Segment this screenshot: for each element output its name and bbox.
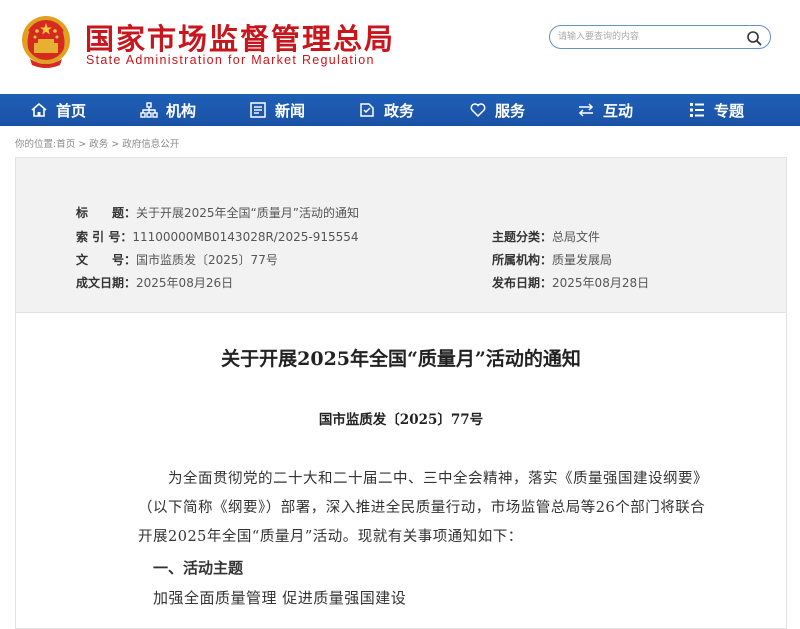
heart-icon [470,103,486,118]
breadcrumb-sep: > [108,139,123,150]
breadcrumb: 你的位置:首页 > 政务 > 政府信息公开 [15,136,179,150]
nav-item-interact[interactable]: 互动 [577,94,633,126]
document-paragraph: 为全面贯彻党的二十大和二十届二中、三中全会精神，落实《质量强国建设纲要》（以下简… [138,471,708,545]
home-icon [31,102,47,117]
nav-item-home[interactable]: 首页 [30,94,86,126]
meta-value: 国市监质发〔2025〕77号 [136,253,278,267]
meta-key: 主题分类： [492,230,553,244]
meta-key: 发布日期： [492,276,553,290]
news-icon [250,102,266,118]
site-header: 国家市场监督管理总局 State Administration for Mark… [0,0,800,94]
breadcrumb-affairs[interactable]: 政务 [89,139,108,150]
meta-org-row: 所属机构：质量发展局 [492,251,612,268]
meta-key: 所属机构： [492,253,553,267]
nav-item-service[interactable]: 服务 [469,94,525,126]
document-meta: 标 题：关于开展2025年全国“质量月”活动的通知 索 引 号：11100000… [16,158,786,313]
meta-index-row: 索 引 号：11100000MB0143028R/2025-915554 [76,228,359,245]
affairs-icon [360,103,374,117]
meta-created-row: 成文日期：2025年08月26日 [76,274,233,291]
search-icon[interactable] [746,30,762,46]
meta-value: 2025年08月28日 [552,276,650,290]
org-icon [140,102,158,118]
nav-item-topic[interactable]: 专题 [688,94,744,126]
meta-docno-row: 文 号：国市监质发〔2025〕77号 [76,251,278,268]
main-nav: 首页 机构 新闻 政务 服务 互动 专题 [0,94,800,126]
exchange-icon [578,103,594,117]
nav-label: 互动 [603,101,634,120]
nav-label: 服务 [495,101,526,120]
meta-value: 关于开展2025年全国“质量月”活动的通知 [136,206,359,220]
section-body: 加强全面质量管理 促进质量强国建设 [153,589,407,607]
nav-label: 首页 [56,101,87,120]
meta-value: 质量发展局 [552,253,613,267]
site-title[interactable]: 国家市场监督管理总局 [85,16,395,58]
meta-title-row: 标 题：关于开展2025年全国“质量月”活动的通知 [76,204,359,221]
topic-icon [690,103,704,117]
search-box [549,25,771,49]
breadcrumb-prefix: 你的位置: [15,139,57,150]
nav-item-news[interactable]: 新闻 [249,94,305,126]
section-heading: 一、活动主题 [153,559,244,577]
meta-value: 11100000MB0143028R/2025-915554 [132,230,359,244]
nav-item-org[interactable]: 机构 [140,94,196,126]
site-subtitle: State Administration for Market Regulati… [86,53,375,67]
nav-label: 专题 [714,101,745,120]
meta-category-row: 主题分类：总局文件 [492,228,600,245]
breadcrumb-home[interactable]: 首页 [56,139,75,150]
nav-label: 机构 [166,101,197,120]
content-panel: 标 题：关于开展2025年全国“质量月”活动的通知 索 引 号：11100000… [15,157,787,629]
nav-item-affairs[interactable]: 政务 [358,94,414,126]
meta-key: 索 引 号： [76,230,133,244]
meta-value: 总局文件 [552,230,601,244]
document-number: 国市监质发〔2025〕77号 [318,412,484,428]
meta-key: 成文日期： [76,276,137,290]
nav-label: 新闻 [275,101,306,120]
document-title: 关于开展2025年全国“质量月”活动的通知 [221,348,581,370]
breadcrumb-sep: > [75,139,90,150]
search-input[interactable] [558,29,738,45]
meta-value: 2025年08月26日 [136,276,234,290]
meta-published-row: 发布日期：2025年08月28日 [492,274,649,291]
nav-label: 政务 [384,101,415,120]
national-emblem-icon[interactable] [20,13,72,71]
meta-key: 标 题： [76,206,137,220]
meta-key: 文 号： [76,253,137,267]
breadcrumb-gov-info[interactable]: 政府信息公开 [122,139,179,150]
